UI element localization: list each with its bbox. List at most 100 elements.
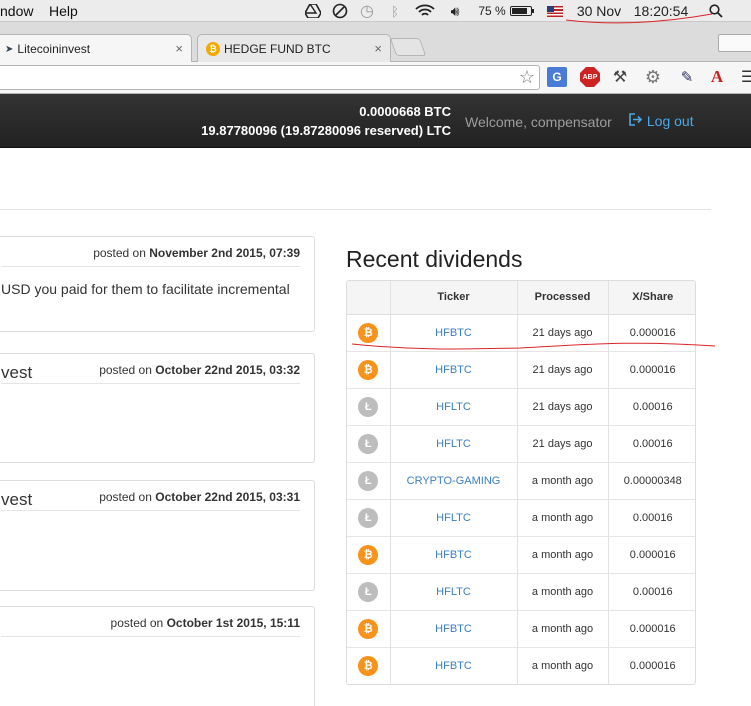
xshare-cell: 0.000016: [607, 350, 695, 388]
post-title[interactable]: vest: [1, 363, 32, 383]
welcome-text: Welcome, compensator: [465, 114, 612, 130]
do-not-disturb-icon[interactable]: [331, 2, 349, 20]
browser-toolbar: ☆ G ABP ⚒ ⚙ ✎ A ☰: [0, 62, 751, 94]
us-flag-input-icon[interactable]: [545, 2, 565, 20]
coin-cell: Ł: [347, 387, 390, 425]
xshare-cell: 0.00016: [607, 498, 695, 536]
font-extension-icon[interactable]: A: [707, 67, 727, 87]
coin-cell: ₿: [347, 609, 390, 647]
table-row: Ł HFLTC 21 days ago 0.00016: [347, 424, 695, 462]
processed-cell: a month ago: [516, 498, 608, 536]
post-date: October 22nd 2015, 03:32: [155, 363, 300, 377]
logout-link[interactable]: Log out: [629, 113, 694, 129]
extension-tools-icon[interactable]: ⚒: [610, 67, 630, 87]
close-tab-icon[interactable]: ×: [175, 41, 183, 56]
bookmark-star-icon[interactable]: ☆: [519, 67, 535, 88]
post-date: October 22nd 2015, 03:31: [155, 490, 300, 504]
column-header-processed[interactable]: Processed: [516, 281, 608, 315]
litecoin-logo-icon: ➤: [5, 43, 14, 55]
post-date: October 1st 2015, 15:11: [166, 616, 300, 630]
btc-balance: 0.0000668 BTC: [359, 104, 451, 119]
menu-window[interactable]: ndow: [0, 3, 33, 19]
processed-cell: a month ago: [516, 609, 608, 647]
time-machine-icon[interactable]: ◷: [357, 2, 377, 20]
ticker-link[interactable]: CRYPTO-GAMING: [389, 461, 517, 499]
litecoin-icon: Ł: [358, 581, 379, 602]
logout-label: Log out: [646, 113, 694, 129]
xshare-cell: 0.000016: [607, 313, 695, 351]
news-post: vest posted on October 22nd 2015, 03:32: [0, 353, 315, 463]
coin-cell: ₿: [347, 646, 390, 684]
menu-help[interactable]: Help: [49, 3, 78, 19]
address-bar[interactable]: ☆: [0, 65, 540, 90]
google-translate-icon[interactable]: G: [547, 67, 567, 87]
new-tab-button[interactable]: [389, 38, 427, 56]
close-tab-icon[interactable]: ×: [374, 41, 382, 56]
wifi-icon[interactable]: [414, 2, 436, 20]
posted-prefix: posted on: [99, 363, 152, 377]
news-post: vest posted on October 22nd 2015, 03:31: [0, 480, 315, 591]
coin-cell: Ł: [347, 572, 390, 610]
coin-cell: ₿: [347, 535, 390, 573]
bitcoin-icon: ₿: [358, 655, 379, 676]
tab-title: Litecoininvest: [17, 42, 91, 56]
processed-cell: a month ago: [516, 535, 608, 573]
macos-menu-bar: ndow Help ◷ ᛒ 🔊︎ 75 % 30 Nov 18:20:54: [0, 0, 751, 22]
coin-cell: ₿: [347, 350, 390, 388]
post-body: USD you paid for them to facilitate incr…: [1, 281, 290, 297]
ticker-link[interactable]: HFBTC: [389, 535, 517, 573]
litecoin-icon: Ł: [358, 507, 379, 528]
ticker-link[interactable]: HFLTC: [389, 572, 517, 610]
xshare-cell: 0.000016: [607, 646, 695, 684]
posted-prefix: posted on: [99, 490, 152, 504]
column-header-ticker[interactable]: Ticker: [389, 281, 517, 315]
ticker-link[interactable]: HFBTC: [389, 350, 517, 388]
post-title[interactable]: vest: [1, 490, 32, 510]
xshare-cell: 0.000016: [607, 609, 695, 647]
litecoin-icon: Ł: [358, 433, 379, 454]
eyedropper-icon[interactable]: ✎: [677, 67, 697, 87]
processed-cell: 21 days ago: [516, 387, 608, 425]
post-date: November 2nd 2015, 07:39: [149, 246, 300, 260]
tab-litecoininvest[interactable]: ➤ Litecoininvest ×: [0, 34, 192, 63]
gear-icon[interactable]: ⚙: [643, 67, 663, 87]
bitcoin-icon: ₿: [358, 322, 379, 343]
profile-button[interactable]: [718, 34, 751, 52]
processed-cell: a month ago: [516, 461, 608, 499]
xshare-cell: 0.00000348: [607, 461, 695, 499]
table-row: ₿ HFBTC 21 days ago 0.000016: [347, 313, 695, 351]
posted-prefix: posted on: [93, 246, 146, 260]
spotlight-search-icon[interactable]: [707, 2, 725, 20]
volume-icon[interactable]: 🔊︎: [445, 2, 465, 20]
ticker-link[interactable]: HFLTC: [389, 387, 517, 425]
post-meta: posted on October 1st 2015, 15:11: [111, 616, 300, 630]
posted-prefix: posted on: [110, 616, 164, 630]
battery-icon[interactable]: [508, 2, 534, 20]
ticker-link[interactable]: HFBTC: [389, 646, 517, 684]
browser-tab-strip: ➤ Litecoininvest × ₿ HEDGE FUND BTC ×: [0, 22, 751, 63]
content-divider: [0, 209, 711, 210]
google-drive-icon[interactable]: [304, 2, 322, 20]
bluetooth-icon[interactable]: ᛒ: [388, 2, 402, 20]
news-post: posted on November 2nd 2015, 07:39 USD y…: [0, 236, 315, 332]
ticker-link[interactable]: HFBTC: [389, 609, 517, 647]
recent-dividends-heading: Recent dividends: [346, 246, 523, 272]
ticker-link[interactable]: HFLTC: [389, 498, 517, 536]
chrome-menu-icon[interactable]: ☰: [738, 67, 751, 87]
adblock-plus-icon[interactable]: ABP: [580, 67, 600, 87]
coin-cell: Ł: [347, 424, 390, 462]
processed-cell: 21 days ago: [516, 313, 608, 351]
column-header-coin: [347, 281, 390, 315]
logout-icon: [629, 113, 643, 129]
table-row: ₿ HFBTC 21 days ago 0.000016: [347, 350, 695, 388]
menubar-time[interactable]: 18:20:54: [629, 2, 693, 20]
xshare-cell: 0.00016: [607, 572, 695, 610]
xshare-cell: 0.00016: [607, 387, 695, 425]
dividends-table: Ticker Processed X/Share ₿ HFBTC 21 days a…: [346, 280, 696, 685]
tab-hedge-fund-btc[interactable]: ₿ HEDGE FUND BTC ×: [197, 34, 391, 62]
bitcoin-icon: ₿: [358, 544, 379, 565]
column-header-xshare[interactable]: X/Share: [607, 281, 695, 315]
ticker-link[interactable]: HFBTC: [389, 313, 517, 351]
ticker-link[interactable]: HFLTC: [389, 424, 517, 462]
menubar-date[interactable]: 30 Nov: [574, 2, 624, 20]
